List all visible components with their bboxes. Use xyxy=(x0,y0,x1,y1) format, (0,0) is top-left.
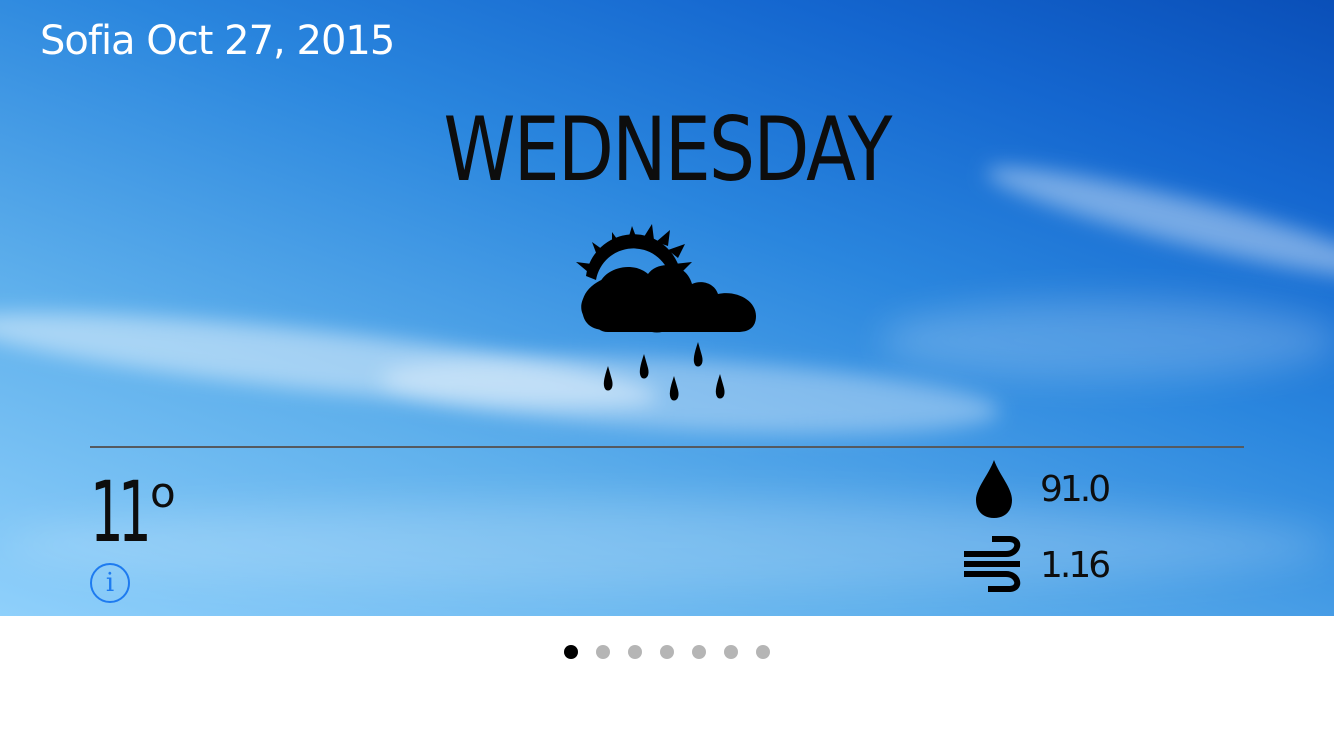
humidity-drop-icon xyxy=(976,460,1012,518)
page-dot[interactable] xyxy=(564,645,578,659)
divider xyxy=(90,446,1244,448)
page-dot[interactable] xyxy=(660,645,674,659)
wind-icon xyxy=(964,536,1021,592)
page-dot[interactable] xyxy=(596,645,610,659)
page-dot[interactable] xyxy=(724,645,738,659)
cloud-wisp xyxy=(880,300,1334,380)
page-dot[interactable] xyxy=(756,645,770,659)
weather-app: Sofia Oct 27, 2015 WEDNESDAY 11 o i 91.0… xyxy=(0,0,1334,750)
sun-cloud-rain-icon xyxy=(576,224,756,401)
day-title: WEDNESDAY xyxy=(443,98,892,201)
location-date: Sofia Oct 27, 2015 xyxy=(40,18,395,64)
page-dot[interactable] xyxy=(692,645,706,659)
temperature-unit: o xyxy=(150,468,176,517)
info-button[interactable]: i xyxy=(90,563,130,603)
humidity-value: 91.0 xyxy=(1040,469,1111,510)
temperature-value: 11 xyxy=(90,463,152,561)
wind-value: 1.16 xyxy=(1040,545,1111,586)
page-dot[interactable] xyxy=(628,645,642,659)
cloud-wisp xyxy=(0,500,1334,590)
sky-background[interactable]: Sofia Oct 27, 2015 WEDNESDAY 11 o i 91.0… xyxy=(0,0,1334,616)
page-indicator[interactable] xyxy=(0,645,1334,659)
info-icon: i xyxy=(105,568,115,598)
